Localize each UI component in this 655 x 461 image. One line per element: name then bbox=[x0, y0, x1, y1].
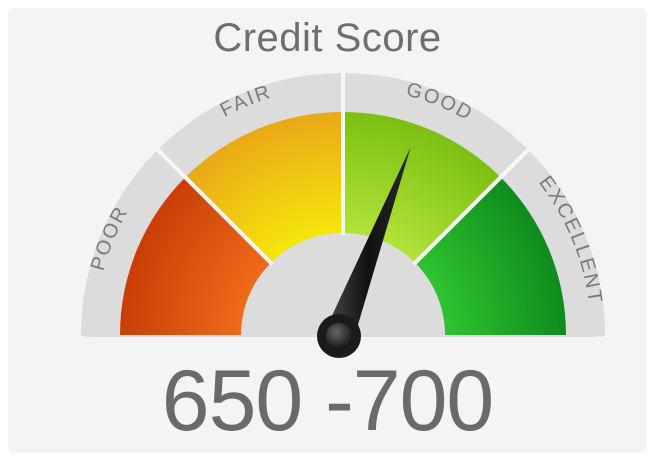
score-range: 650 -700 bbox=[161, 353, 495, 449]
